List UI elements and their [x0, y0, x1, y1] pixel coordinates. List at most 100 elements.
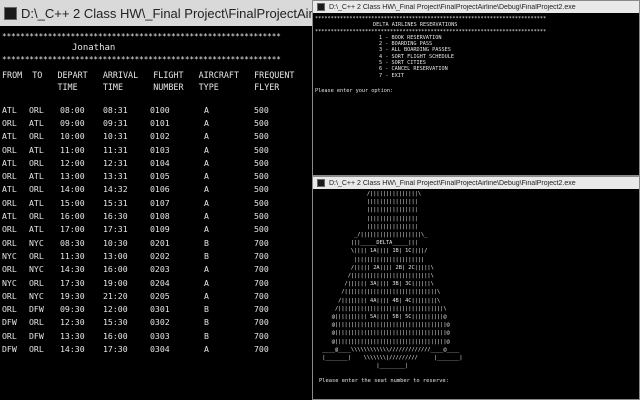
- flight-number: 0104: [150, 157, 170, 168]
- flight-row: ORL ATL 11:00 11:31 0103 A 500: [2, 143, 294, 156]
- flight-arrival: 21:20: [103, 290, 128, 301]
- flight-row: ORL DFW 09:30 12:00 0301 B 700: [2, 302, 294, 315]
- flight-from: DFW: [2, 343, 17, 354]
- flight-arrival: 10:31: [103, 131, 128, 142]
- flight-from: ORL: [2, 117, 17, 128]
- flight-to: NYC: [29, 237, 44, 248]
- flight-from: ATL: [2, 157, 17, 168]
- flight-row: ORL ATL 15:00 15:31 0107 A 500: [2, 196, 294, 209]
- flight-flyer: 700: [254, 277, 269, 288]
- flight-aircraft: B: [204, 237, 209, 248]
- flight-depart: 13:30: [60, 330, 85, 341]
- flight-aircraft: A: [204, 157, 209, 168]
- flight-arrival: 16:00: [103, 330, 128, 341]
- window-title-bar[interactable]: D:\_C++ 2 Class HW\_Final Project\FinalP…: [313, 1, 639, 13]
- flight-to: NYC: [29, 290, 44, 301]
- flight-depart: 09:30: [60, 304, 85, 315]
- window-title-bar[interactable]: D:\_C++ 2 Class HW\_Final Project\FinalP…: [313, 177, 639, 189]
- flight-from: NYC: [2, 277, 17, 288]
- flight-aircraft: B: [204, 304, 209, 315]
- flight-to: ATL: [29, 144, 44, 155]
- flight-number: 0303: [150, 330, 170, 341]
- console-output: /|||||||||||||||\ |||||||||||||||| |||||…: [313, 189, 639, 399]
- flight-from: ATL: [2, 131, 17, 142]
- flight-row: ATL ORL 12:00 12:31 0104 A 500: [2, 156, 294, 169]
- flight-flyer: 500: [254, 104, 269, 115]
- flight-to: ORL: [29, 157, 44, 168]
- flight-to: ATL: [29, 224, 44, 235]
- flight-flyer: 700: [254, 264, 269, 275]
- flight-depart: 10:00: [60, 131, 85, 142]
- flight-to: NYC: [29, 264, 44, 275]
- flight-aircraft: B: [204, 317, 209, 328]
- flight-row: NYC ORL 11:30 13:00 0202 B 700: [2, 249, 294, 262]
- flight-row: ORL ATL 09:00 09:31 0101 A 500: [2, 116, 294, 129]
- stars-divider-top: ****************************************…: [2, 32, 281, 41]
- flight-aircraft: A: [204, 171, 209, 182]
- seat-prompt: Please enter the seat number to reserve:: [319, 378, 449, 385]
- window-title: D:\_C++ 2 Class HW\_Final Project\FinalP…: [21, 5, 312, 21]
- window-title-bar[interactable]: D:\_C++ 2 Class HW\_Final Project\FinalP…: [0, 0, 312, 26]
- flight-depart: 15:00: [60, 197, 85, 208]
- flight-aircraft: A: [204, 343, 209, 354]
- flight-to: ORL: [29, 131, 44, 142]
- flight-schedule-window: D:\_C++ 2 Class HW\_Final Project\FinalP…: [0, 0, 312, 400]
- flight-flyer: 500: [254, 144, 269, 155]
- flight-flyer: 500: [254, 184, 269, 195]
- flight-flyer: 700: [254, 304, 269, 315]
- flight-row: ATL ORL 08:00 08:31 0100 A 500: [2, 103, 294, 116]
- flight-number: 0105: [150, 171, 170, 182]
- flight-number: 0203: [150, 264, 170, 275]
- flight-to: DFW: [29, 330, 44, 341]
- flight-flyer: 500: [254, 131, 269, 142]
- flight-from: ATL: [2, 184, 17, 195]
- flight-arrival: 19:00: [103, 277, 128, 288]
- console-output: ****************************************…: [0, 26, 312, 400]
- flight-number: 0202: [150, 250, 170, 261]
- flight-aircraft: A: [204, 264, 209, 275]
- flight-from: ORL: [2, 264, 17, 275]
- flight-number: 0107: [150, 197, 170, 208]
- flight-flyer: 500: [254, 197, 269, 208]
- console-icon: [4, 6, 17, 20]
- flight-arrival: 12:31: [103, 157, 128, 168]
- flight-to: ATL: [29, 171, 44, 182]
- flight-to: ORL: [29, 250, 44, 261]
- flight-row: NYC ORL 17:30 19:00 0204 A 700: [2, 276, 294, 289]
- flight-arrival: 17:31: [103, 224, 128, 235]
- flight-from: ORL: [2, 224, 17, 235]
- flight-row: ATL ORL 14:00 14:32 0106 A 500: [2, 183, 294, 196]
- console-icon: [317, 179, 325, 187]
- flight-depart: 17:30: [60, 277, 85, 288]
- flight-number: 0205: [150, 290, 170, 301]
- flight-flyer: 700: [254, 317, 269, 328]
- flight-from: DFW: [2, 317, 17, 328]
- flight-flyer: 500: [254, 171, 269, 182]
- flight-arrival: 16:30: [103, 211, 128, 222]
- flight-row: ATL ORL 10:00 10:31 0102 A 500: [2, 130, 294, 143]
- option-prompt: Please enter your option:: [315, 87, 394, 94]
- flight-arrival: 12:00: [103, 304, 128, 315]
- flight-depart: 14:30: [60, 343, 85, 354]
- flight-from: NYC: [2, 250, 17, 261]
- flight-row: ORL DFW 13:30 16:00 0303 B 700: [2, 329, 294, 342]
- flight-to: ORL: [29, 104, 44, 115]
- flight-row: ATL ORL 16:00 16:30 0108 A 500: [2, 209, 294, 222]
- schedule-header-line1: FROM TO DEPART ARRIVAL FLIGHT AIRCRAFT F…: [2, 70, 295, 80]
- schedule-header-line2: TIME TIME NUMBER TYPE FLYER: [2, 81, 280, 92]
- flight-from: ORL: [2, 290, 17, 301]
- flight-aircraft: A: [204, 277, 209, 288]
- flight-to: ORL: [29, 211, 44, 222]
- flight-aircraft: A: [204, 197, 209, 208]
- flight-depart: 11:00: [60, 144, 85, 155]
- flight-number: 0100: [150, 104, 170, 115]
- flight-depart: 09:00: [60, 117, 85, 128]
- flight-aircraft: A: [204, 104, 209, 115]
- window-title: D:\_C++ 2 Class HW\_Final Project\FinalP…: [329, 3, 576, 11]
- flight-number: 0108: [150, 211, 170, 222]
- flight-arrival: 11:31: [103, 144, 128, 155]
- flight-depart: 17:00: [60, 224, 85, 235]
- flight-from: ORL: [2, 304, 17, 315]
- flight-arrival: 15:31: [103, 197, 128, 208]
- flight-arrival: 09:31: [103, 117, 128, 128]
